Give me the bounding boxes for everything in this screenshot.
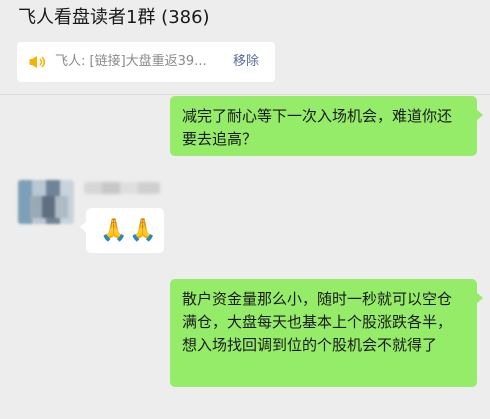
speaker-icon — [29, 56, 46, 68]
message-text: 减完了耐心等下一次入场机会，难道你还要去追高？ — [182, 107, 453, 148]
bubble-tail — [476, 292, 483, 304]
avatar-detail — [30, 196, 68, 218]
folded-hands-emoji: 🙏🙏 — [100, 218, 159, 243]
bubble-tail — [476, 109, 483, 121]
divider — [0, 94, 490, 95]
pinned-message-bar[interactable]: 飞人: [链接]大盘重返39... 移除 — [17, 42, 275, 82]
message-bubble-other[interactable]: 🙏🙏 — [80, 208, 164, 253]
remove-pin-button[interactable]: 移除 — [233, 52, 259, 72]
bubble-tail — [80, 221, 87, 233]
pinned-message-text[interactable]: 飞人: [链接]大盘重返39... — [55, 52, 207, 72]
sender-name-blurred — [84, 182, 160, 194]
chat-header: 飞人看盘读者1群 (386) — [0, 0, 490, 44]
message-text: 散户资金量那么小，随时一秒就可以空仓满仓，大盘每天也基本上个股涨跌各半，想入场找… — [182, 290, 453, 354]
message-bubble-self[interactable]: 减完了耐心等下一次入场机会，难道你还要去追高？ — [170, 96, 483, 156]
chat-title[interactable]: 飞人看盘读者1群 (386) — [18, 6, 210, 30]
message-bubble-self[interactable]: 散户资金量那么小，随时一秒就可以空仓满仓，大盘每天也基本上个股涨跌各半，想入场找… — [170, 279, 483, 387]
